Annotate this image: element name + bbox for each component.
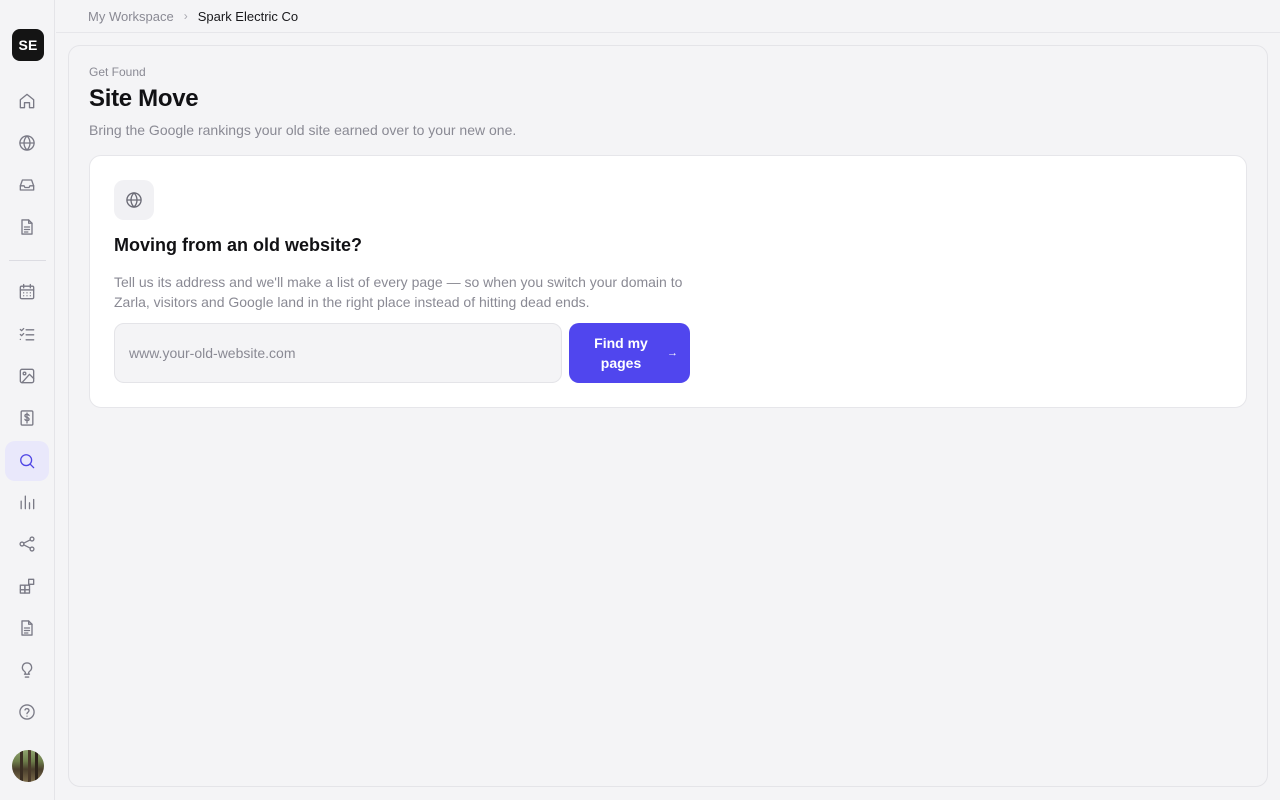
nav-ideas[interactable] <box>5 650 49 690</box>
nav-media[interactable] <box>5 356 49 396</box>
calendar-icon <box>19 283 35 300</box>
page-subtitle: Bring the Google rankings your old site … <box>89 122 517 138</box>
globe-icon <box>19 135 35 151</box>
nav-tasks[interactable] <box>5 314 49 354</box>
home-icon <box>19 93 35 109</box>
nav-invoices[interactable] <box>5 398 49 438</box>
bar-chart-icon <box>20 495 35 510</box>
invoice-dollar-icon <box>20 410 34 426</box>
nav-help[interactable] <box>5 692 49 732</box>
nav-social[interactable] <box>5 524 49 564</box>
workspace-logo[interactable]: SE <box>12 29 44 61</box>
card-description: Tell us its address and we'll make a lis… <box>114 274 683 310</box>
site-move-card: Moving from an old website? Tell us its … <box>89 155 1247 408</box>
old-website-url-input[interactable] <box>114 323 562 383</box>
nav-analytics[interactable] <box>5 482 49 522</box>
nav-calendar[interactable] <box>5 272 49 312</box>
sidebar: SE <box>0 0 55 800</box>
share-icon <box>19 536 35 552</box>
chevron-right-icon: › <box>183 9 188 23</box>
nav-home[interactable] <box>5 81 49 121</box>
breadcrumb-workspace-link[interactable]: My Workspace <box>88 9 174 24</box>
section-eyebrow: Get Found <box>89 65 146 79</box>
main-panel: Get Found Site Move Bring the Google ran… <box>68 45 1268 787</box>
sidebar-divider <box>9 260 46 261</box>
breadcrumb-current: Spark Electric Co <box>197 8 299 24</box>
nav-documents[interactable] <box>5 207 49 247</box>
find-my-pages-button[interactable]: Find my pages → <box>569 323 690 383</box>
apps-icon <box>19 578 35 594</box>
user-avatar[interactable] <box>12 750 44 782</box>
find-my-pages-label: Find my pages <box>594 335 648 371</box>
inbox-icon <box>19 179 35 191</box>
nav-apps[interactable] <box>5 566 49 606</box>
nav-website[interactable] <box>5 123 49 163</box>
checklist-icon <box>19 327 35 341</box>
image-icon <box>19 368 35 384</box>
help-icon <box>19 704 35 720</box>
nav-pages[interactable] <box>5 608 49 648</box>
document-icon <box>21 219 33 235</box>
arrow-right-icon: → <box>667 347 678 359</box>
page-title: Site Move <box>89 85 199 112</box>
globe-icon <box>114 180 154 220</box>
card-title: Moving from an old website? <box>114 235 363 255</box>
nav-inbox[interactable] <box>5 165 49 205</box>
lightbulb-icon <box>21 662 33 678</box>
search-icon <box>20 454 35 469</box>
nav-get-found[interactable] <box>5 441 49 481</box>
breadcrumb: My Workspace › Spark Electric Co <box>56 0 1280 33</box>
page-icon <box>21 620 33 636</box>
